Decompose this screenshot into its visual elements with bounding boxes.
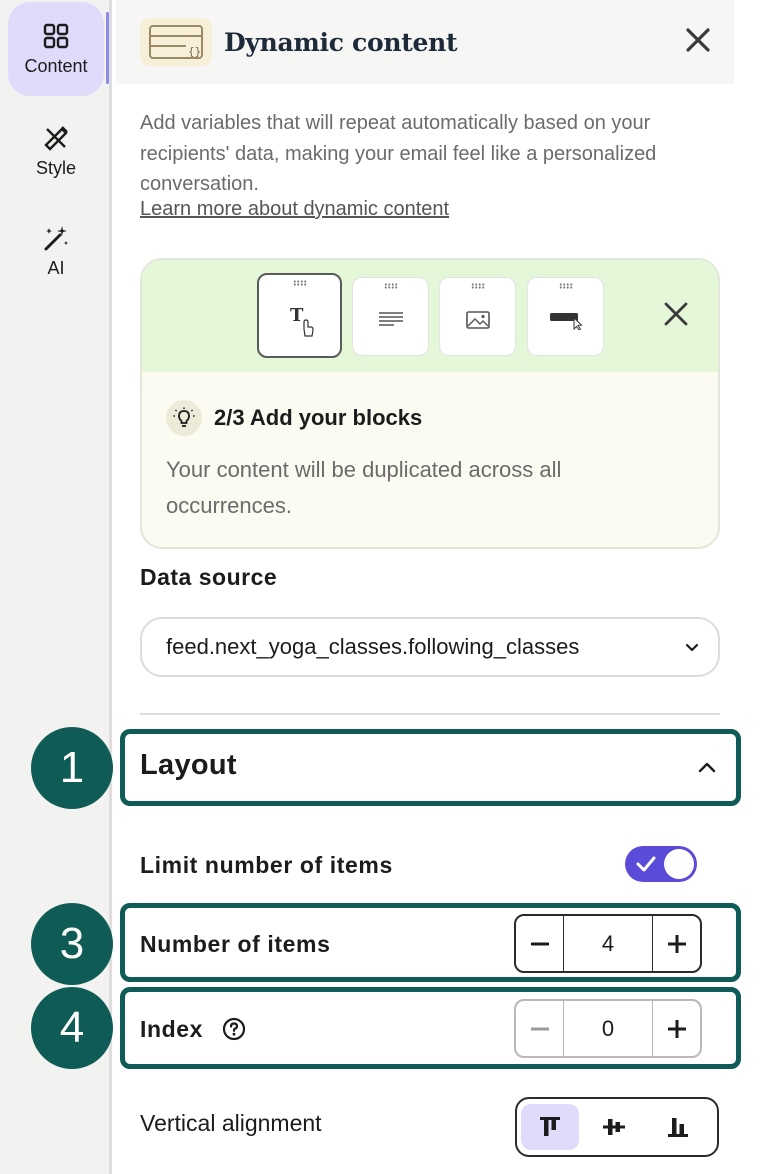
number-items-label: Number of items bbox=[140, 931, 331, 957]
plus-icon bbox=[667, 934, 686, 953]
close-icon bbox=[686, 28, 710, 52]
onboarding-card: T 2/3 Add your blocks Your content will … bbox=[140, 258, 720, 549]
sidebar-item-ai[interactable]: AI bbox=[8, 204, 104, 298]
align-bottom-icon bbox=[668, 1118, 688, 1137]
increment-button[interactable] bbox=[653, 1001, 700, 1056]
dynamic-content-icon: {} bbox=[140, 18, 212, 66]
align-middle-icon bbox=[603, 1119, 625, 1135]
align-top-icon bbox=[540, 1117, 560, 1136]
text-block[interactable]: T bbox=[257, 273, 342, 358]
panel-header: {} Dynamic content bbox=[116, 0, 734, 84]
blocks-preview: T bbox=[142, 260, 718, 372]
minus-icon bbox=[530, 1027, 549, 1030]
learn-more-link[interactable]: Learn more about dynamic content bbox=[140, 198, 449, 221]
sidebar-item-label: AI bbox=[47, 257, 65, 278]
index-label-row: Index bbox=[140, 1016, 246, 1043]
close-icon bbox=[664, 302, 688, 326]
index-stepper[interactable]: 0 bbox=[514, 999, 702, 1058]
layout-section-title[interactable]: Layout bbox=[140, 749, 237, 782]
dismiss-tip-button[interactable] bbox=[660, 298, 692, 330]
toggle-knob bbox=[664, 849, 694, 879]
sidebar-item-label: Content bbox=[24, 55, 88, 76]
magic-wand-icon bbox=[44, 225, 68, 250]
sidebar-item-label: Style bbox=[35, 157, 77, 178]
svg-text:{}: {} bbox=[188, 45, 201, 58]
lightbulb-icon bbox=[166, 400, 202, 436]
data-source-select[interactable]: feed.next_yoga_classes.following_classes bbox=[140, 617, 720, 677]
chevron-up-icon[interactable] bbox=[697, 760, 717, 776]
step-marker: 1 bbox=[31, 727, 113, 809]
plus-icon bbox=[667, 1019, 686, 1038]
grid-icon bbox=[43, 23, 69, 48]
chevron-down-icon bbox=[685, 643, 699, 652]
text-block-icon: T bbox=[290, 305, 314, 337]
paragraph-block-icon bbox=[378, 311, 403, 326]
help-icon[interactable] bbox=[222, 1017, 246, 1041]
limit-items-toggle[interactable] bbox=[625, 846, 697, 882]
step-marker: 4 bbox=[31, 987, 113, 1069]
divider bbox=[140, 713, 720, 715]
page-title: Dynamic content bbox=[224, 27, 458, 57]
tip-body: Your content will be duplicated across a… bbox=[166, 457, 562, 518]
decrement-button[interactable] bbox=[516, 916, 563, 971]
paragraph-block[interactable] bbox=[352, 277, 429, 356]
pen-ruler-icon bbox=[44, 125, 68, 151]
decrement-button[interactable] bbox=[516, 1001, 563, 1056]
intro-text: Add variables that will repeat automatic… bbox=[140, 112, 657, 195]
minus-icon bbox=[530, 942, 549, 945]
data-source-label: Data source bbox=[140, 564, 278, 590]
align-top-button[interactable] bbox=[521, 1104, 579, 1150]
close-button[interactable] bbox=[678, 20, 718, 60]
increment-button[interactable] bbox=[653, 916, 700, 971]
number-items-stepper[interactable]: 4 bbox=[514, 914, 702, 973]
tip-header: 2/3 Add your blocks bbox=[166, 400, 422, 436]
vertical-alignment-group bbox=[515, 1097, 719, 1157]
tip-title: 2/3 Add your blocks bbox=[214, 405, 423, 430]
index-label: Index bbox=[140, 1016, 204, 1042]
index-value[interactable]: 0 bbox=[563, 1001, 653, 1056]
image-block-icon bbox=[465, 310, 490, 329]
svg-text:T: T bbox=[290, 305, 304, 326]
align-bottom-button[interactable] bbox=[649, 1104, 707, 1150]
check-icon bbox=[636, 856, 656, 872]
active-indicator bbox=[106, 12, 109, 84]
sidebar-item-content[interactable]: Content bbox=[8, 2, 104, 96]
number-items-value[interactable]: 4 bbox=[563, 916, 653, 971]
limit-items-label: Limit number of items bbox=[140, 852, 393, 878]
sidebar-item-style[interactable]: Style bbox=[8, 104, 104, 198]
image-block[interactable] bbox=[439, 277, 516, 356]
button-block-icon bbox=[549, 312, 583, 330]
button-block[interactable] bbox=[527, 277, 604, 356]
vertical-alignment-label: Vertical alignment bbox=[140, 1110, 322, 1136]
align-middle-button[interactable] bbox=[585, 1104, 643, 1150]
step-marker: 3 bbox=[31, 903, 113, 985]
data-source-value: feed.next_yoga_classes.following_classes bbox=[166, 634, 580, 659]
